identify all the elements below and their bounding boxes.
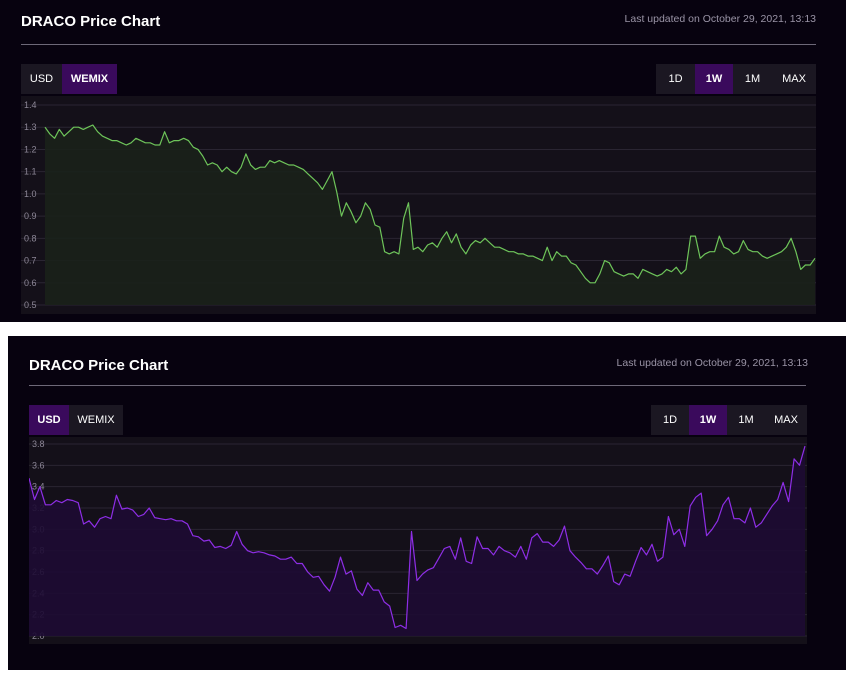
last-updated-text: Last updated on October 29, 2021, 13:13 (624, 13, 816, 25)
range-max-button[interactable]: MAX (765, 405, 807, 435)
last-updated-text: Last updated on October 29, 2021, 13:13 (616, 357, 808, 369)
y-tick-label: 1.4 (24, 100, 37, 110)
range-1d-button[interactable]: 1D (656, 64, 695, 94)
chart-title: DRACO Price Chart (21, 13, 161, 30)
price-chart-panel-wemix: DRACO Price Chart Last updated on Octobe… (0, 0, 846, 322)
chart-title: DRACO Price Chart (29, 357, 169, 374)
price-chart-usd: 3.83.63.43.23.02.82.62.42.22.0 (29, 437, 807, 644)
title-divider (21, 44, 816, 45)
y-tick-label: 0.6 (24, 278, 37, 288)
price-chart-wemix: 1.4 1.3 1.2 1.1 1.0 0.9 0.8 0.7 0.6 0.5 (21, 96, 816, 314)
range-1d-button[interactable]: 1D (651, 405, 689, 435)
price-chart-panel-usd: DRACO Price Chart Last updated on Octobe… (8, 336, 846, 670)
currency-wemix-button[interactable]: WEMIX (69, 405, 123, 435)
y-tick-label: 0.5 (24, 300, 37, 310)
currency-usd-button[interactable]: USD (21, 64, 62, 94)
range-max-button[interactable]: MAX (772, 64, 816, 94)
y-tick-label: 0.8 (24, 233, 37, 243)
y-tick-label: 3.8 (32, 439, 45, 449)
currency-wemix-button[interactable]: WEMIX (62, 64, 117, 94)
currency-usd-button[interactable]: USD (29, 405, 69, 435)
title-divider (29, 385, 806, 386)
range-1w-button[interactable]: 1W (689, 405, 727, 435)
y-tick-label: 1.3 (24, 122, 37, 132)
y-tick-label: 1.2 (24, 144, 37, 154)
range-1w-button[interactable]: 1W (695, 64, 733, 94)
y-tick-label: 0.9 (24, 211, 37, 221)
range-1m-button[interactable]: 1M (727, 405, 765, 435)
y-tick-label: 1.0 (24, 189, 37, 199)
range-1m-button[interactable]: 1M (733, 64, 772, 94)
y-tick-label: 1.1 (24, 167, 37, 177)
y-tick-label: 3.6 (32, 460, 45, 470)
y-tick-label: 0.7 (24, 256, 37, 266)
